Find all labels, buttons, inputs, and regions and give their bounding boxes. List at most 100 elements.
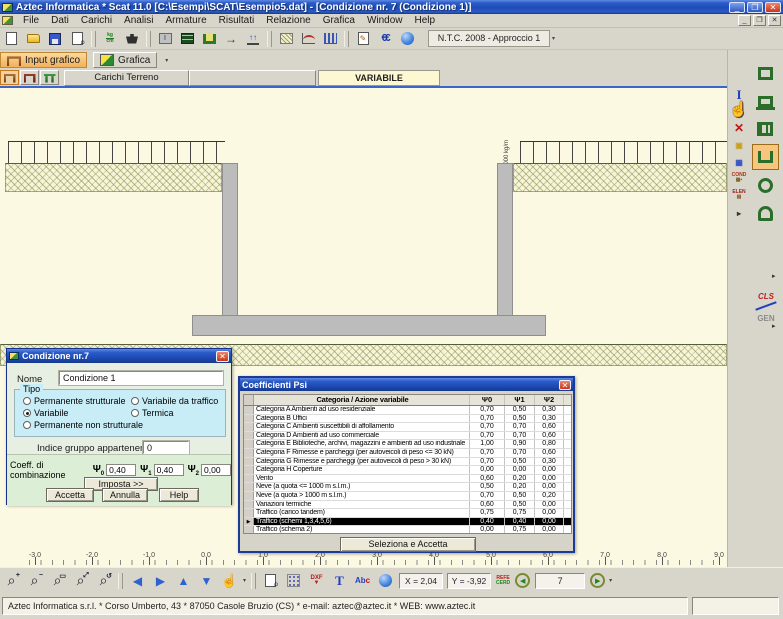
psi-close-icon[interactable]: ✕: [559, 380, 571, 390]
font-button[interactable]: Abc: [352, 571, 373, 591]
shear-diagram-button[interactable]: [320, 29, 340, 49]
zoom-toolbar-overflow-arrow[interactable]: ▾: [241, 577, 248, 584]
psi-table-row[interactable]: Categoria B Uffici 0,70 0,50 0,30: [244, 415, 571, 424]
small-tool-a[interactable]: ▣: [731, 139, 747, 153]
close-button[interactable]: ✕: [765, 2, 781, 13]
dxf-export-button[interactable]: DXF▼: [306, 571, 327, 591]
horseshoe-section-button[interactable]: [752, 200, 779, 226]
normative-combo[interactable]: N.T.C. 2008 - Approccio 1: [428, 30, 550, 47]
minimize-button[interactable]: _: [729, 2, 745, 13]
terrain-button[interactable]: [276, 29, 296, 49]
restore-button[interactable]: ❐: [747, 2, 763, 13]
menu-item[interactable]: Risultati: [213, 14, 261, 27]
small-tool-b[interactable]: ▦: [731, 156, 747, 170]
computo-button[interactable]: €€: [375, 29, 395, 49]
circular-section-button[interactable]: [752, 172, 779, 198]
mode-toolbar-overflow-arrow[interactable]: ▾: [163, 57, 170, 64]
open-file-button[interactable]: [23, 29, 43, 49]
menu-item[interactable]: Window: [361, 14, 409, 27]
mdi-close-button[interactable]: ✕: [768, 15, 781, 26]
u-channel-section-button[interactable]: [752, 144, 779, 170]
seleziona-accetta-button[interactable]: Seleziona e Accetta: [340, 537, 476, 552]
pan-hand-button[interactable]: [219, 571, 240, 591]
moment-diagram-button[interactable]: [298, 29, 318, 49]
clsgen-more-arrow[interactable]: ▸: [772, 322, 776, 330]
accetta-button[interactable]: Accetta: [46, 488, 94, 502]
zoom-window-button[interactable]: ▭: [47, 571, 68, 591]
nome-input[interactable]: Condizione 1: [59, 371, 223, 385]
condizione-dialog-titlebar[interactable]: Condizione nr.7 ✕: [7, 349, 231, 363]
new-file-button[interactable]: [1, 29, 21, 49]
psi-table-row[interactable]: Traffico (schema 2) 0,00 0,75 0,00: [244, 526, 571, 534]
psi-table-row[interactable]: Categoria C Ambienti suscettibili di aff…: [244, 423, 571, 432]
reference-icon[interactable]: REFECERD: [496, 576, 510, 586]
psi-value-input[interactable]: 0,40: [154, 464, 184, 476]
tipo-radio[interactable]: Permanente strutturale: [23, 396, 126, 406]
psi-table-row[interactable]: Categoria G Rimesse e parcheggi (per aut…: [244, 458, 571, 467]
empty-load-button[interactable]: [189, 70, 316, 86]
normative-button[interactable]: [122, 29, 142, 49]
pan-up-button[interactable]: [173, 571, 194, 591]
save-file-button[interactable]: [45, 29, 65, 49]
multi-cell-section-button[interactable]: [752, 116, 779, 142]
annulla-button[interactable]: Annulla: [102, 488, 148, 502]
psi-table-row[interactable]: Neve (a quota <= 1000 m s.l.m.) 0,50 0,2…: [244, 483, 571, 492]
menu-item[interactable]: Armature: [160, 14, 213, 27]
zoom-extents-button[interactable]: ⤢: [70, 571, 91, 591]
menu-item[interactable]: Grafica: [317, 14, 361, 27]
mdi-restore-button[interactable]: ❐: [753, 15, 766, 26]
psi-value-input[interactable]: 0,40: [106, 464, 136, 476]
pan-right-button[interactable]: [150, 571, 171, 591]
psi-table-row[interactable]: Categoria D Ambienti ad uso commerciale …: [244, 432, 571, 441]
tipo-radio[interactable]: Permanente non strutturale: [23, 420, 143, 430]
cond-tool[interactable]: COND ▦▪: [731, 173, 747, 187]
sections-more-arrow[interactable]: ▸: [772, 272, 776, 280]
rect-footing-section-button[interactable]: [752, 88, 779, 114]
variabile-combo[interactable]: VARIABILE: [318, 70, 440, 86]
previous-condition-button[interactable]: ◀: [515, 573, 530, 588]
geometry-button[interactable]: [199, 29, 219, 49]
psi-table-row[interactable]: Traffico (carico tandem) 0,75 0,75 0,00: [244, 509, 571, 518]
menu-item[interactable]: Dati: [45, 14, 75, 27]
tipo-radio[interactable]: Variabile: [23, 408, 68, 418]
indice-input[interactable]: 0: [143, 441, 189, 454]
zoom-out-button[interactable]: −: [24, 571, 45, 591]
psi-dialog-titlebar[interactable]: Coefficienti Psi ✕: [240, 378, 573, 391]
grid-toggle-button[interactable]: [283, 571, 304, 591]
carichi-terreno-button[interactable]: Carichi Terreno: [64, 70, 189, 86]
nav-toolbar-overflow-arrow[interactable]: ▾: [607, 577, 614, 584]
loads-button[interactable]: ↑↑: [243, 29, 263, 49]
analysis-arrow-button[interactable]: →: [221, 29, 241, 49]
input-grafico-button[interactable]: Input grafico: [0, 52, 87, 68]
load-type-2-button[interactable]: [20, 70, 39, 85]
psi-table-row[interactable]: Traffico (schemi 1,3,4,5,6) 0,40 0,40 0,…: [244, 518, 571, 527]
menu-item[interactable]: Carichi: [75, 14, 118, 27]
load-type-3-button[interactable]: [40, 70, 59, 85]
materials-button[interactable]: [177, 29, 197, 49]
toolbar-overflow-arrow[interactable]: ▾: [550, 35, 557, 42]
cls-gen-button[interactable]: CLS GEN: [752, 286, 780, 326]
rect-section-button[interactable]: [752, 60, 779, 86]
zoom-previous-button[interactable]: ↺: [93, 571, 114, 591]
grafica-button[interactable]: Grafica: [93, 52, 157, 68]
more-tools-arrow[interactable]: ▸: [731, 207, 747, 221]
elen-tool[interactable]: ELEN ▤: [731, 190, 747, 204]
delete-tool[interactable]: ✕: [731, 122, 747, 136]
next-condition-button[interactable]: ▶: [590, 573, 605, 588]
condizione-close-icon[interactable]: ✕: [216, 351, 229, 362]
pan-down-button[interactable]: [196, 571, 217, 591]
psi-table-row[interactable]: Neve (a quota > 1000 m s.l.m.) 0,70 0,50…: [244, 492, 571, 501]
psi-value-input[interactable]: 0,00: [201, 464, 231, 476]
tipo-radio[interactable]: Termica: [131, 408, 174, 418]
units-button[interactable]: kgcm: [100, 29, 120, 49]
help-globe-button[interactable]: [397, 29, 417, 49]
help-button[interactable]: Help: [159, 488, 199, 502]
menu-item[interactable]: Relazione: [260, 14, 316, 27]
zoom-in-button[interactable]: +: [1, 571, 22, 591]
tipo-radio[interactable]: Variabile da traffico: [131, 396, 218, 406]
mdi-minimize-button[interactable]: _: [738, 15, 751, 26]
pan-left-button[interactable]: [127, 571, 148, 591]
load-type-1-button[interactable]: [0, 70, 19, 85]
print-preview-button[interactable]: [67, 29, 87, 49]
psi-table-row[interactable]: Categoria E Biblioteche, archivi, magazz…: [244, 440, 571, 449]
